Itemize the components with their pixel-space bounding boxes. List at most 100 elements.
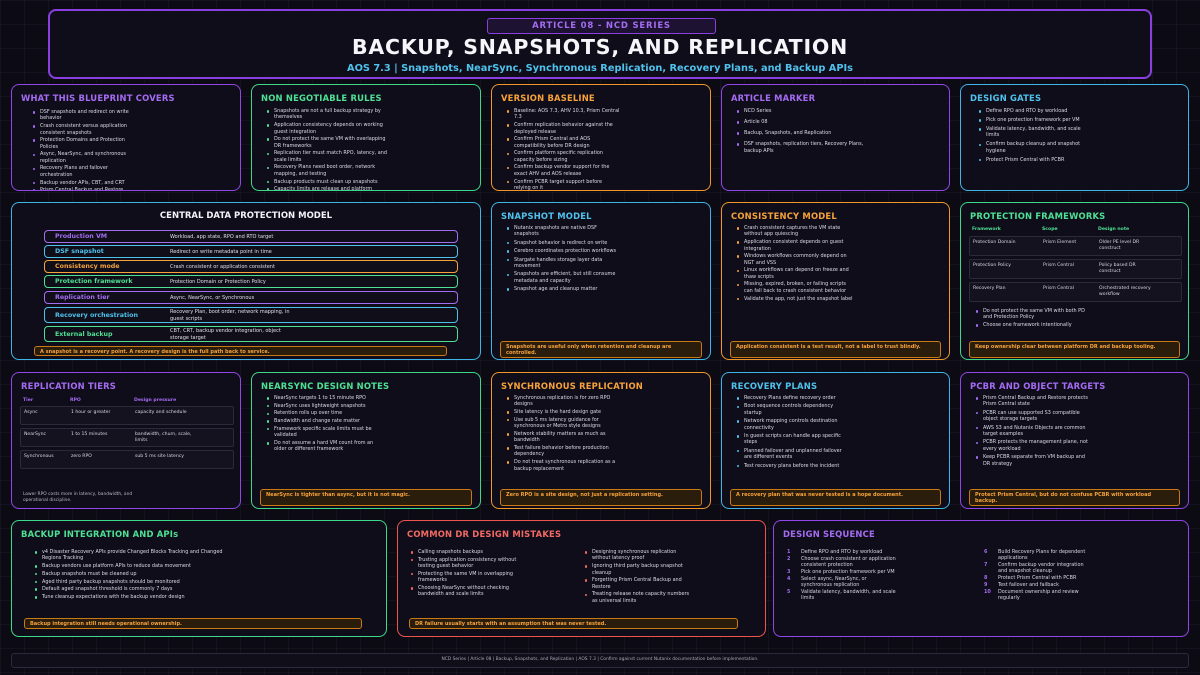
frameworks-list: Do not protect the same VM with both PD … [974, 308, 1094, 330]
mistakes-list-right: Designing synchronous replication withou… [583, 549, 695, 605]
recovery-card: RECOVERY PLANS Recovery Plans define rec… [721, 372, 950, 509]
consistency-card: CONSISTENCY MODEL Crash consistent captu… [721, 202, 950, 360]
list-item: Recovery Plans and failover orchestratio… [31, 165, 131, 178]
model-row-value: Recovery Plan, boot order, network mappi… [170, 309, 290, 322]
sequence-step: 1 Define RPO and RTO by workload [787, 549, 897, 555]
recovery-title: RECOVERY PLANS [731, 381, 818, 391]
list-item: Validate latency, bandwidth, and scale l… [977, 126, 1087, 139]
table-row: Synchronous zero RPO sub 5 ms site laten… [20, 450, 234, 469]
list-item: Trusting application consistency without… [409, 557, 521, 570]
table-cell: Recovery Plan [973, 286, 1006, 291]
sequence-step: 5 Validate latency, bandwidth, and scale … [787, 589, 897, 601]
nearsync-title: NEARSYNC DESIGN NOTES [261, 381, 390, 391]
step-text: Pick one protection framework per VM [801, 568, 895, 575]
snapshot-title: SNAPSHOT MODEL [501, 211, 592, 221]
model-row-value: Redirect on write metadata point in time [170, 248, 272, 255]
list-item: Stargate handles storage layer data move… [505, 257, 620, 270]
model-row-label: DSF snapshot [55, 248, 104, 255]
list-item: In guest scripts can handle app specific… [735, 433, 850, 446]
list-item: Use sub 5 ms latency guidance for synchr… [505, 417, 620, 430]
footer-text: NCD Series | Article 08 | Backup, Snapsh… [441, 657, 759, 662]
backup-title: BACKUP INTEGRATION AND APIs [21, 529, 179, 539]
list-item: Ignoring third party backup snapshot cle… [583, 563, 695, 576]
list-item: Aged third party backup snapshots should… [33, 579, 223, 585]
step-number: 8 [984, 575, 988, 581]
list-item: Test failure behavior before production … [505, 445, 620, 458]
pcbr-list: Prism Central Backup and Restore protect… [974, 395, 1089, 469]
central-model-note: A snapshot is a recovery point. A recove… [34, 346, 447, 356]
step-number: 5 [787, 588, 791, 595]
frameworks-header-framework: Framework [972, 227, 1001, 232]
marker-title: ARTICLE MARKER [731, 93, 816, 103]
sequence-list-right: 6 Build Recovery Plans for dependent appl… [984, 549, 1094, 602]
table-cell: capacity and schedule [135, 410, 187, 415]
table-row: Recovery Plan Prism Central Orchestrated… [969, 282, 1182, 302]
list-item: Confirm backup cleanup and snapshot hygi… [977, 141, 1087, 154]
list-item: Crash consistent captures the VM state w… [735, 225, 855, 238]
model-row: Production VM Workload, app state, RPO an… [44, 230, 458, 243]
table-row: Async 1 hour or greater capacity and sch… [20, 406, 234, 425]
tiers-card: REPLICATION TIERS Tier RPO Design pressu… [11, 372, 241, 509]
list-item: Do not protect the same VM with both PD … [974, 308, 1094, 321]
list-item: Confirm Prism Central and AOS compatibil… [505, 136, 620, 149]
list-item: Confirm backup vendor support for the ex… [505, 164, 620, 177]
sequence-step: 6 Build Recovery Plans for dependent appl… [984, 549, 1094, 561]
model-row-value: Protection Domain or Protection Policy [170, 278, 266, 285]
sync-note: Zero RPO is a site design, not just a re… [500, 489, 702, 506]
list-item: Do not treat synchronous replication as … [505, 459, 620, 472]
backup-list: v4 Disaster Recovery APIs provide Change… [33, 549, 223, 602]
model-row-label: External backup [55, 331, 113, 338]
list-item: Do not assume a hard VM count from an ol… [265, 440, 380, 453]
table-row: Protection Domain Prism Element Older PE… [969, 236, 1182, 256]
list-item: DSF snapshots, replication tiers, Recove… [735, 141, 865, 155]
version-card: VERSION BASELINE Baseline: AOS 7.3, AHV … [491, 84, 711, 191]
table-cell: NearSync [24, 432, 47, 437]
model-row-value: Workload, app state, RPO and RTO target [170, 233, 274, 240]
sync-title: SYNCHRONOUS REPLICATION [501, 381, 644, 391]
list-item: v4 Disaster Recovery APIs provide Change… [33, 549, 223, 562]
frameworks-card: PROTECTION FRAMEWORKS Framework Scope De… [960, 202, 1189, 360]
table-row: Protection Policy Prism Central Policy b… [969, 259, 1182, 279]
list-item: Confirm platform specific replication ca… [505, 150, 620, 163]
step-number: 10 [984, 588, 991, 595]
sequence-step: 3 Pick one protection framework per VM [787, 569, 897, 575]
list-item: Do not protect the same VM with overlapp… [265, 136, 390, 149]
list-item: Application consistency depends on worki… [265, 122, 390, 135]
nearsync-card: NEARSYNC DESIGN NOTES NearSync targets 1… [251, 372, 481, 509]
rules-card: NON NEGOTIABLE RULES Snapshots are not a… [251, 84, 481, 191]
list-item: Snapshot behavior is redirect on write [505, 240, 620, 246]
table-cell: 1 to 15 minutes [71, 432, 108, 437]
step-text: Protect Prism Central with PCBR [998, 575, 1077, 581]
table-cell: Protection Domain [973, 240, 1016, 245]
list-item: Test recovery plans before the incident [735, 463, 850, 469]
mistakes-title: COMMON DR DESIGN MISTAKES [407, 529, 562, 539]
model-row: Consistency mode Crash consistent or appl… [44, 260, 458, 273]
sequence-step: 4 Select async, NearSync, or synchronous … [787, 576, 897, 588]
list-item: Choosing NearSync without checking bandw… [409, 585, 521, 598]
list-item: Confirm replication behavior against the… [505, 122, 620, 135]
list-item: Define RPO and RTO by workload [977, 108, 1087, 114]
list-item: Keep PCBR separate from VM backup and DR… [974, 454, 1089, 467]
step-number: 7 [984, 562, 988, 568]
list-item: Capacity limits are release and platform… [265, 186, 390, 190]
step-text: Select async, NearSync, or synchronous r… [801, 575, 867, 588]
recovery-list: Recovery Plans define recovery order Boot… [735, 395, 850, 471]
frameworks-table: Framework Scope Design note Protection D… [969, 227, 1182, 307]
table-cell: Synchronous [24, 454, 54, 459]
page-subtitle: AOS 7.3 | Snapshots, NearSync, Synchrono… [346, 63, 854, 74]
list-item: Snapshot age and cleanup matter [505, 286, 620, 292]
list-item: Backup, Snapshots, and Replication [735, 130, 865, 137]
list-item: Network stability matters as much as ban… [505, 431, 620, 444]
table-cell: Prism Element [1043, 240, 1077, 245]
model-row-label: Protection framework [55, 278, 133, 285]
list-item: Replication tier must match RPO, latency… [265, 150, 390, 163]
frameworks-note: Keep ownership clear between platform DR… [969, 341, 1180, 358]
list-item: Backup vendor APIs, CBT, and CRT [31, 180, 131, 186]
table-cell: 1 hour or greater [71, 410, 111, 415]
model-row: DSF snapshot Redirect on write metadata p… [44, 245, 458, 258]
step-text: Confirm backup vendor integration and sn… [998, 562, 1084, 575]
recovery-note: A recovery plan that was never tested is… [730, 489, 941, 506]
table-row: NearSync 1 to 15 minutes bandwidth, chur… [20, 428, 234, 447]
table-cell: Prism Central [1043, 286, 1074, 291]
snapshot-list: Nutanix snapshots are native DSF snapsho… [505, 225, 620, 295]
